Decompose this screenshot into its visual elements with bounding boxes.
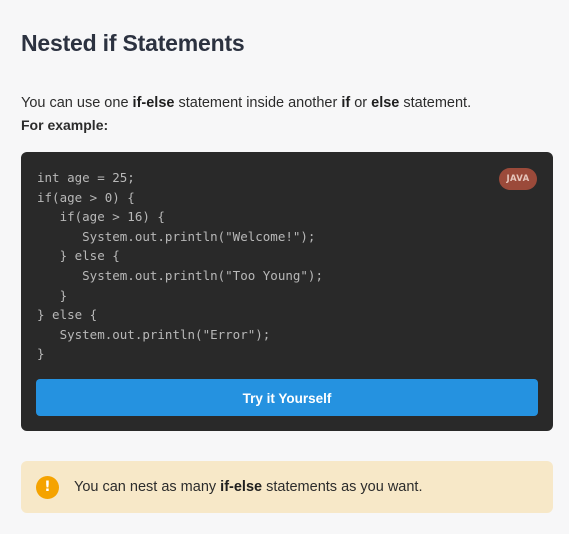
- lesson-page: Nested if Statements You can use one if-…: [0, 0, 569, 534]
- tip-note: ! You can nest as many if-else statement…: [21, 461, 553, 513]
- page-title: Nested if Statements: [21, 30, 245, 56]
- code-example-card: JAVA int age = 25; if(age > 0) { if(age …: [21, 152, 553, 431]
- intro-text: statement inside another: [174, 95, 342, 111]
- tip-text: You can nest as many if-else statements …: [74, 477, 422, 497]
- language-badge: JAVA: [499, 168, 537, 190]
- keyword-else: else: [371, 95, 400, 111]
- exclamation-icon: !: [36, 476, 59, 499]
- try-it-yourself-button[interactable]: Try it Yourself: [36, 379, 538, 416]
- keyword-if: if: [341, 95, 351, 111]
- example-label: For example:: [21, 117, 109, 133]
- keyword-if-else: if-else: [132, 95, 175, 111]
- intro-text: statement.: [399, 95, 472, 111]
- intro-text: You can use one: [21, 95, 133, 111]
- tip-text-part: You can nest as many: [74, 479, 221, 495]
- code-snippet: int age = 25; if(age > 0) { if(age > 16)…: [37, 170, 323, 362]
- intro-paragraph: You can use one if-else statement inside…: [21, 93, 471, 113]
- tip-text-part: statements as you want.: [262, 479, 423, 495]
- keyword-if-else: if-else: [220, 479, 263, 495]
- intro-text: or: [350, 95, 372, 111]
